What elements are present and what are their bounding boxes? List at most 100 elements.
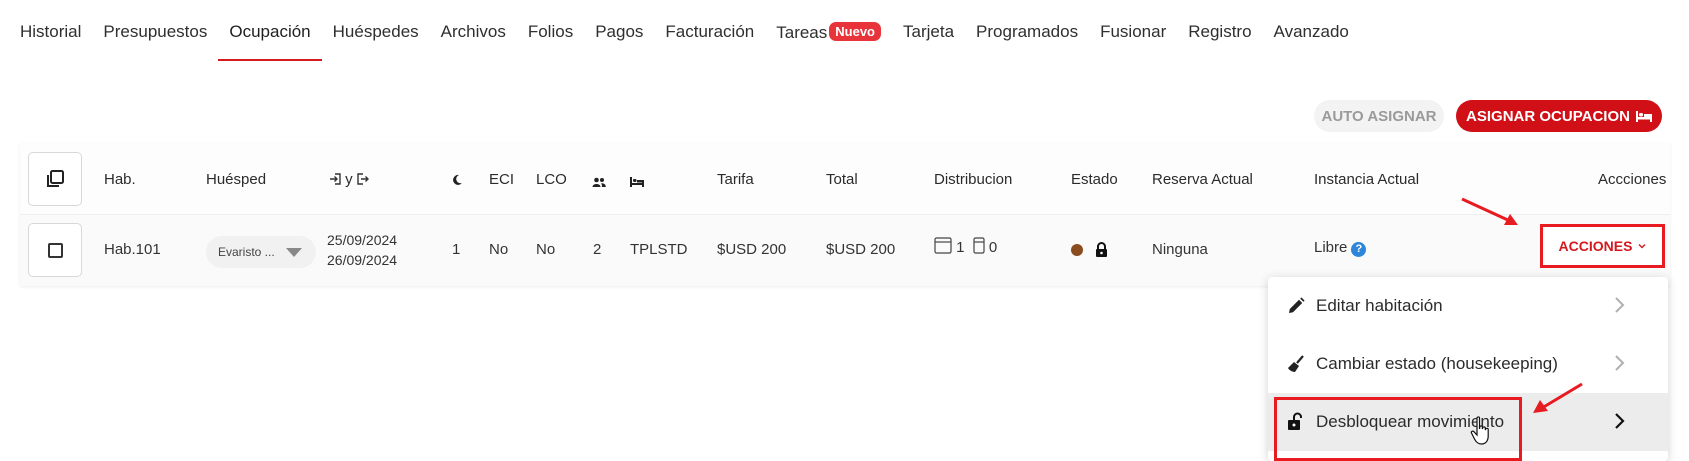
tab-programados[interactable]: Programados bbox=[965, 0, 1089, 61]
status-value bbox=[1071, 242, 1108, 259]
tab-label: Ocupación bbox=[229, 22, 311, 41]
tab-presupuestos[interactable]: Presupuestos bbox=[92, 0, 218, 61]
tab-folios[interactable]: Folios bbox=[517, 0, 584, 61]
menu-item-unlock-movement[interactable]: Desbloquear movimiento bbox=[1268, 393, 1668, 461]
tab-ocupacion[interactable]: Ocupación bbox=[218, 0, 322, 61]
actions-menu: Editar habitación Cambiar estado (housek… bbox=[1268, 277, 1668, 461]
lock-icon bbox=[1096, 242, 1108, 257]
col-lco: LCO bbox=[536, 171, 567, 188]
logout-icon bbox=[357, 173, 369, 185]
assign-occupancy-button[interactable]: ASIGNAR OCUPACION bbox=[1456, 100, 1662, 132]
menu-item-edit-room[interactable]: Editar habitación bbox=[1268, 277, 1668, 335]
checkin-date: 25/09/2024 bbox=[327, 232, 398, 248]
stay-dates: 25/09/2024 26/09/2024 bbox=[327, 230, 397, 270]
total-value: $USD 200 bbox=[826, 241, 896, 258]
tab-avanzado[interactable]: Avanzado bbox=[1263, 0, 1360, 61]
distribution-value: 1 0 bbox=[934, 237, 997, 256]
single-bed-icon bbox=[973, 237, 985, 254]
chevron-down-icon bbox=[1638, 244, 1646, 249]
rate-value: $USD 200 bbox=[717, 241, 787, 258]
tab-registro[interactable]: Registro bbox=[1177, 0, 1262, 61]
eci-value: No bbox=[489, 241, 509, 258]
tab-pagos[interactable]: Pagos bbox=[584, 0, 654, 61]
tab-label: Avanzado bbox=[1273, 22, 1349, 41]
actions-label: ACCIONES bbox=[1558, 238, 1633, 254]
col-rate: Tarifa bbox=[717, 171, 754, 188]
col-current-booking: Reserva Actual bbox=[1152, 171, 1253, 188]
guest-name: Evaristo ... bbox=[218, 245, 275, 259]
select-all-button[interactable] bbox=[28, 152, 82, 206]
current-instance-text: Libre bbox=[1314, 239, 1348, 256]
col-dates: y bbox=[329, 171, 369, 188]
col-eci: ECI bbox=[489, 171, 515, 188]
tab-label: Historial bbox=[20, 22, 82, 41]
actions-dropdown-button[interactable]: ACCIONES bbox=[1540, 224, 1665, 268]
current-instance-value: Libre? bbox=[1314, 239, 1367, 257]
chevron-right-icon bbox=[1615, 413, 1625, 429]
tab-label: Registro bbox=[1188, 22, 1252, 41]
col-distribution: Distribucion bbox=[934, 171, 1013, 188]
tab-label: Tarjeta bbox=[903, 22, 955, 41]
menu-item-change-status[interactable]: Cambiar estado (housekeeping) bbox=[1268, 335, 1668, 393]
distribution-single-count: 0 bbox=[988, 239, 998, 256]
nights-col-moon-icon bbox=[452, 173, 463, 190]
guest-select[interactable]: Evaristo ... bbox=[206, 236, 316, 268]
table-row: Hab.101 Evaristo ... 25/09/2024 26/09/20… bbox=[20, 215, 1670, 286]
unlock-icon bbox=[1288, 412, 1302, 430]
distribution-double-count: 1 bbox=[956, 239, 965, 256]
tab-historial[interactable]: Historial bbox=[20, 0, 92, 61]
room-number: Hab.101 bbox=[104, 241, 161, 258]
row-select[interactable] bbox=[28, 223, 82, 277]
col-status: Estado bbox=[1071, 171, 1118, 188]
tab-label: Huéspedes bbox=[332, 22, 419, 41]
checkout-date: 26/09/2024 bbox=[327, 252, 398, 268]
double-bed-icon bbox=[934, 237, 952, 254]
tab-archivos[interactable]: Archivos bbox=[430, 0, 517, 61]
bed-icon bbox=[1635, 111, 1652, 122]
tab-label: Facturación bbox=[665, 22, 755, 41]
tab-fusionar[interactable]: Fusionar bbox=[1089, 0, 1177, 61]
tab-label: Archivos bbox=[440, 22, 506, 41]
menu-item-label: Editar habitación bbox=[1316, 296, 1443, 315]
status-dot bbox=[1071, 244, 1083, 256]
tab-huespedes[interactable]: Huéspedes bbox=[322, 0, 430, 61]
new-badge: Nuevo bbox=[829, 22, 881, 41]
help-icon[interactable]: ? bbox=[1351, 242, 1367, 257]
lco-value: No bbox=[536, 241, 556, 258]
tab-tareas[interactable]: Tareas Nuevo bbox=[765, 0, 892, 61]
assign-occupancy-label: ASIGNAR OCUPACION bbox=[1466, 107, 1630, 125]
col-total: Total bbox=[826, 171, 858, 188]
current-booking-value: Ninguna bbox=[1152, 241, 1208, 258]
broom-icon bbox=[1288, 355, 1304, 372]
auto-assign-button[interactable]: AUTO ASIGNAR bbox=[1314, 100, 1444, 132]
tab-label: Folios bbox=[527, 22, 574, 41]
tab-facturacion[interactable]: Facturación bbox=[654, 0, 765, 61]
nights-value: 1 bbox=[452, 241, 461, 258]
tab-label: Tareas bbox=[776, 23, 828, 42]
occupancy-table: Hab. Huésped y ECI LCO Tarifa Total Dist… bbox=[20, 143, 1670, 286]
tab-label: Pagos bbox=[595, 22, 644, 41]
col-room: Hab. bbox=[104, 171, 136, 188]
tab-label: Programados bbox=[976, 22, 1079, 41]
menu-item-label: Cambiar estado (housekeeping) bbox=[1316, 354, 1558, 373]
chevron-right-icon bbox=[1615, 297, 1625, 313]
tab-tarjeta[interactable]: Tarjeta bbox=[892, 0, 965, 61]
copy-icon bbox=[47, 170, 64, 187]
col-actions: Accciones bbox=[1598, 171, 1667, 188]
pencil-icon bbox=[1289, 297, 1305, 313]
login-icon bbox=[330, 173, 341, 185]
pax-col-users-icon bbox=[592, 174, 606, 191]
menu-item-label: Desbloquear movimiento bbox=[1316, 412, 1505, 431]
table-header: Hab. Huésped y ECI LCO Tarifa Total Dist… bbox=[20, 143, 1670, 215]
col-guest: Huésped bbox=[206, 171, 267, 188]
row-checkbox[interactable] bbox=[47, 242, 63, 258]
tab-label: Fusionar bbox=[1100, 22, 1167, 41]
tab-label: Presupuestos bbox=[103, 22, 208, 41]
room-type-col-bed-icon bbox=[630, 174, 644, 191]
room-type-value: TPLSTD bbox=[630, 241, 688, 258]
col-current-instance: Instancia Actual bbox=[1314, 171, 1420, 188]
chevron-right-icon bbox=[1615, 355, 1625, 371]
tab-bar: Historial Presupuestos Ocupación Huésped… bbox=[0, 0, 1689, 64]
caret-down-icon bbox=[286, 248, 302, 257]
pax-value: 2 bbox=[593, 241, 602, 258]
